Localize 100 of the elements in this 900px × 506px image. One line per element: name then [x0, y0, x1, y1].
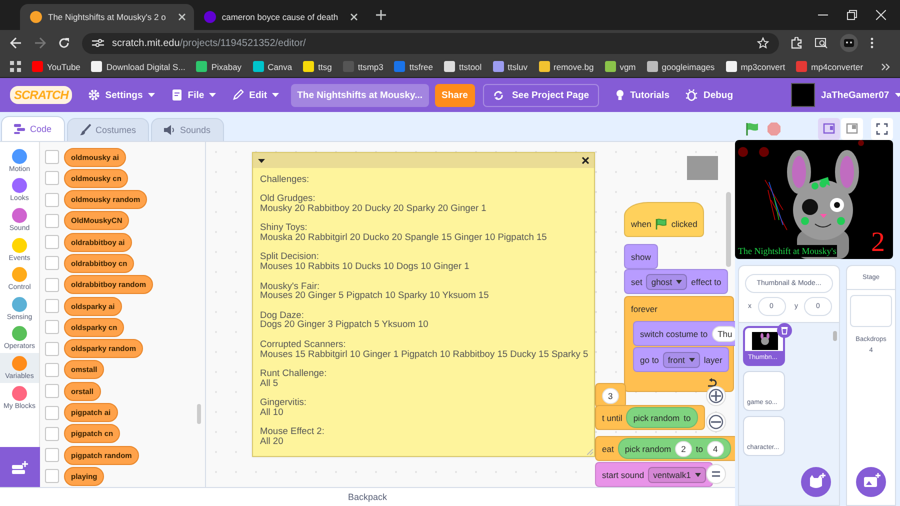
dropdown-field[interactable]: ghost — [646, 274, 688, 290]
bookmark-link[interactable]: ttsluv — [492, 61, 528, 72]
bookmark-link[interactable]: Canva — [252, 61, 292, 72]
small-stage-button[interactable] — [818, 118, 840, 140]
caret-icon — [694, 472, 701, 476]
browser-tab[interactable]: The Nightshifts at Mousky's 2 o — [20, 4, 194, 30]
dropdown-field[interactable]: ventwalk1 — [648, 466, 706, 482]
code-block[interactable]: go to front layer — [633, 347, 730, 372]
input-field[interactable]: Thu — [712, 326, 735, 342]
comment-note[interactable] — [252, 152, 595, 457]
code-block[interactable]: t until pick random to — [595, 405, 705, 430]
comment-text: Mouses 10 Rabbits 10 Ducks 10 Dogs 10 Ginger 1 — [260, 262, 470, 272]
scrollbar[interactable] — [726, 192, 731, 267]
reporter-block[interactable]: pick random 2 to 4 — [618, 438, 731, 459]
reporter-block[interactable]: pick random to — [626, 407, 698, 428]
checkbox[interactable] — [45, 426, 59, 441]
code-block[interactable]: set ghost effect to — [624, 269, 728, 294]
checkbox[interactable] — [45, 214, 59, 228]
checkbox[interactable] — [45, 171, 59, 186]
checkbox[interactable] — [45, 150, 59, 164]
checkbox[interactable] — [45, 299, 59, 314]
bookmark-link[interactable]: mp3convert — [726, 61, 786, 72]
lens-icon[interactable] — [815, 37, 828, 49]
add-backdrop-button[interactable] — [856, 467, 886, 497]
bookmark-link[interactable]: Download Digital S... — [91, 61, 186, 72]
fullscreen-button[interactable] — [871, 118, 893, 140]
chevron-icon[interactable] — [881, 62, 890, 70]
checkbox[interactable] — [45, 192, 59, 207]
scrollbar[interactable] — [833, 331, 837, 341]
comment-text: Mousky 20 Rabbitboy 20 Ducky 20 Sparky 20 Ginger 1 — [260, 204, 488, 214]
menu-button[interactable]: Settings — [88, 89, 155, 101]
project-page-button[interactable]: See Project Page — [482, 84, 600, 106]
backdrop-thumbnail[interactable] — [850, 295, 892, 327]
resize-handle-icon[interactable] — [587, 449, 593, 455]
avatar-icon[interactable] — [840, 34, 858, 52]
input-field[interactable]: 3 — [602, 388, 619, 404]
zoom-out-button[interactable] — [706, 412, 726, 432]
bookmark-link[interactable]: vgm — [604, 61, 636, 72]
code-block[interactable]: when clicked — [624, 202, 704, 237]
bookmark-link[interactable]: Pixabay — [196, 61, 242, 72]
apps-grid-icon[interactable] — [10, 61, 21, 72]
bookmark-link[interactable]: remove.bg — [538, 61, 594, 72]
scrollbar[interactable] — [197, 404, 201, 424]
comment-text: All 20 — [260, 436, 284, 447]
address-bar[interactable]: scratch.mit.edu/projects/1194521352/editor/ — [82, 32, 779, 54]
menu-button[interactable]: File — [170, 89, 216, 101]
reload-icon[interactable] — [58, 37, 70, 49]
stage-number: 2 — [871, 228, 885, 258]
checkbox[interactable] — [45, 320, 59, 334]
editor-tab[interactable]: Code — [1, 116, 65, 141]
collapse-caret-icon[interactable] — [258, 158, 265, 162]
stage-title: The Nightshift at Mousky's — [737, 245, 838, 257]
checkbox[interactable] — [45, 384, 59, 398]
close-icon[interactable] — [582, 157, 589, 164]
tutorials-button[interactable]: Tutorials — [615, 89, 670, 101]
more-icon[interactable] — [870, 37, 874, 49]
checkbox[interactable] — [45, 469, 59, 484]
checkbox[interactable] — [45, 342, 59, 356]
checkbox[interactable] — [45, 256, 59, 270]
bookmark-link[interactable]: ttsg — [303, 61, 332, 72]
avatar-image — [791, 83, 816, 107]
backpack-toggle[interactable]: Backpack — [0, 487, 735, 506]
checkbox[interactable] — [45, 235, 59, 250]
code-block[interactable]: eat pick random 2 to 4 — [595, 436, 735, 461]
dropdown-field[interactable]: front — [662, 352, 700, 368]
account-menu[interactable]: JaTheGamer07 — [791, 83, 900, 107]
bookmark-link[interactable]: ttsmp3 — [342, 61, 384, 72]
checkbox[interactable] — [45, 406, 59, 420]
menu-button[interactable]: Edit — [232, 89, 280, 101]
zoom-in-button[interactable] — [706, 386, 726, 406]
new-tab-icon[interactable] — [376, 10, 386, 20]
bookmark-link[interactable]: mp4converter — [796, 61, 864, 72]
restore-icon[interactable] — [847, 10, 857, 20]
sprite-thumbnail — [687, 156, 718, 180]
site-settings-icon[interactable] — [92, 38, 104, 48]
code-block[interactable]: show — [624, 244, 658, 269]
code-block[interactable]: start sound ventwalk1 — [595, 462, 713, 487]
input-field[interactable]: 2 — [675, 440, 692, 456]
code-block[interactable]: switch costume to Thu — [633, 321, 735, 346]
checkbox[interactable] — [45, 278, 59, 292]
flag-icon[interactable] — [745, 122, 759, 136]
large-stage-button[interactable] — [841, 118, 863, 140]
bookmark-link[interactable]: YouTube — [32, 61, 80, 72]
debug-button[interactable]: Debug — [685, 89, 734, 101]
add-sprite-button[interactable] — [801, 467, 831, 497]
bookmark-link[interactable]: ttsfree — [394, 61, 433, 72]
bookmark-link[interactable]: googleimages — [646, 61, 715, 72]
bookmark-link[interactable]: ttstool — [444, 61, 482, 72]
back-icon[interactable] — [10, 37, 22, 49]
input-field[interactable]: 4 — [706, 440, 724, 456]
checkbox[interactable] — [45, 362, 59, 377]
puzzle-icon[interactable] — [791, 37, 803, 49]
reset-zoom-button[interactable] — [706, 464, 726, 484]
checkbox[interactable] — [45, 448, 59, 462]
lightbulb-icon — [615, 89, 626, 101]
add-extension-button[interactable] — [0, 447, 40, 487]
comment-heading: Old Grudges: — [260, 194, 316, 204]
delete-icon[interactable] — [777, 323, 792, 338]
browser-tab[interactable]: cameron boyce cause of death — [194, 4, 366, 30]
star-icon[interactable] — [757, 37, 769, 49]
